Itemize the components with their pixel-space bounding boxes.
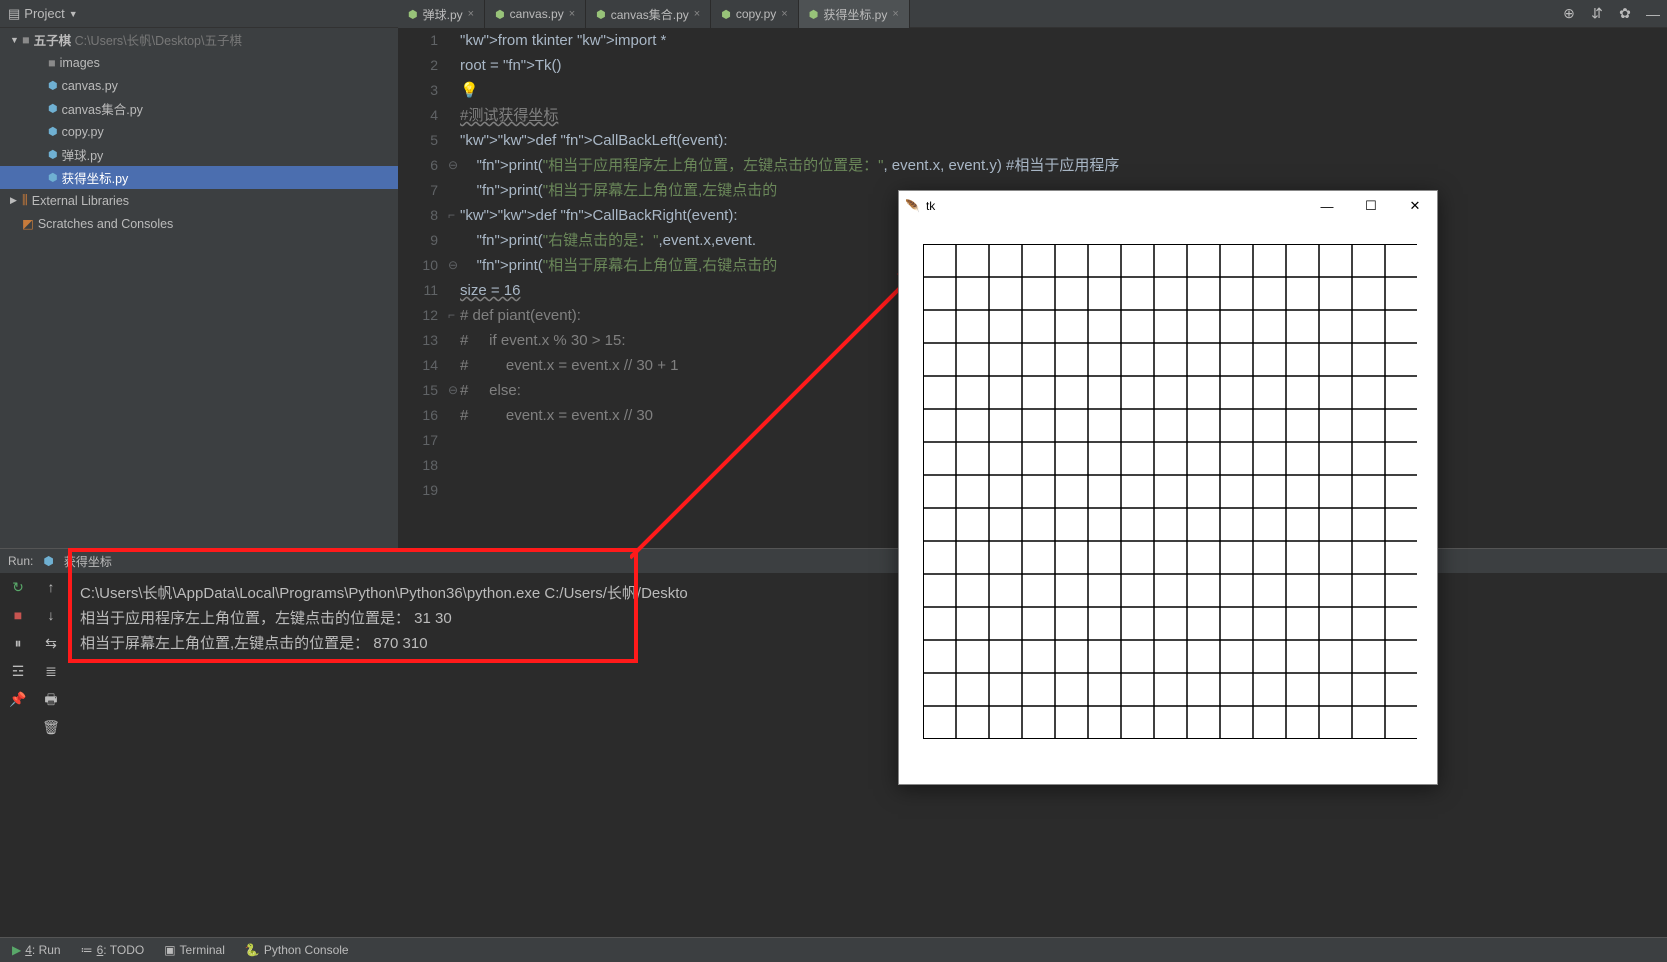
tk-feather-icon: 🪶 [905, 199, 920, 213]
pause-button[interactable]: ⏸ [0, 629, 36, 657]
collapse-icon[interactable]: ⇵ [1583, 5, 1611, 22]
tree-item-label: canvas.py [62, 79, 118, 93]
tree-item[interactable]: ⬢ canvas集合.py [0, 97, 398, 120]
tab-huode-zuobiao[interactable]: ⬢获得坐标.py× [799, 0, 910, 28]
tree-root-label: 五子棋 [34, 30, 72, 49]
project-label-text: Project [24, 6, 64, 21]
folder-icon: ■ [48, 56, 56, 70]
python-icon: ⬢ [48, 171, 58, 184]
close-icon[interactable]: × [892, 8, 898, 20]
down-button[interactable]: ↓ [36, 601, 66, 629]
trash-button[interactable]: 🗑 [36, 713, 66, 741]
fold-end-icon[interactable]: ⌐ [448, 203, 458, 228]
tk-window[interactable]: 🪶 tk — ☐ ✕ [898, 190, 1438, 785]
python-icon: ⬢ [809, 8, 819, 21]
library-icon: ⫼ [22, 193, 28, 208]
tree-item[interactable]: ⬢ 弹球.py [0, 143, 398, 166]
tk-titlebar[interactable]: 🪶 tk — ☐ ✕ [899, 191, 1437, 221]
tree-item[interactable]: ⬢ canvas.py [0, 74, 398, 97]
python-icon: ⬢ [48, 148, 58, 161]
print-button[interactable]: 🖶 [36, 685, 66, 713]
tree-item-label: 弹球.py [62, 145, 104, 164]
collapse-arrow-icon[interactable]: ▶ [10, 195, 22, 206]
up-button[interactable]: ↑ [36, 573, 66, 601]
python-icon: ⬢ [721, 8, 731, 21]
close-icon[interactable]: × [694, 8, 700, 20]
python-icon: ⬢ [48, 102, 58, 115]
python-icon: ⬢ [596, 8, 606, 21]
terminal-icon: ▣ [164, 943, 175, 957]
scroll-button[interactable]: ≣ [36, 657, 66, 685]
close-icon[interactable]: × [569, 8, 575, 20]
tree-item-label: canvas集合.py [62, 99, 143, 118]
run-label: Run: [8, 554, 33, 568]
todo-mnemonic: 6 [97, 943, 104, 957]
annotation-box [68, 548, 638, 663]
run-arrow-icon: ▶ [12, 943, 21, 957]
python-icon: ⬢ [495, 8, 505, 21]
annotation-arrow [630, 258, 940, 568]
folder-icon: ▤ [8, 6, 20, 22]
pin-button[interactable]: 📌 [0, 685, 36, 713]
tree-item-label: images [60, 56, 100, 70]
close-icon[interactable]: × [781, 8, 787, 20]
python-icon: ⬢ [43, 554, 53, 568]
tree-root[interactable]: ▼ ■ 五子棋 C:\Users\长帆\Desktop\五子棋 [0, 28, 398, 51]
tab-canvas[interactable]: ⬢canvas.py× [485, 0, 586, 28]
tab-canvas-jihe[interactable]: ⬢canvas集合.py× [586, 0, 711, 28]
bottom-toolbar: ▶4: Run ≔6: TODO ▣Terminal 🐍Python Conso… [0, 937, 1667, 962]
tree-root-path: C:\Users\长帆\Desktop\五子棋 [75, 30, 242, 49]
project-dropdown[interactable]: ▤ Project ▼ [0, 6, 86, 22]
fold-icon[interactable]: ⊖ [448, 153, 458, 178]
bottom-python-console[interactable]: 🐍Python Console [245, 943, 349, 957]
wrap-button[interactable]: ⇆ [36, 629, 66, 657]
tree-item[interactable]: ⬢ copy.py [0, 120, 398, 143]
tk-title-text: tk [926, 199, 935, 213]
project-tree: ▼ ■ 五子棋 C:\Users\长帆\Desktop\五子棋 ■images⬢… [0, 28, 398, 548]
bottom-terminal[interactable]: ▣Terminal [164, 943, 225, 957]
tree-item-label: copy.py [62, 125, 104, 139]
line-numbers: 12345678910111213141516171819 [398, 28, 448, 503]
tree-item-label: 获得坐标.py [62, 168, 129, 187]
scratches[interactable]: ◩ Scratches and Consoles [0, 212, 398, 235]
minimize-button[interactable]: — [1305, 199, 1349, 214]
fold-icon[interactable]: ⊖ [448, 253, 458, 278]
locate-icon[interactable]: ⊕ [1555, 5, 1583, 22]
close-button[interactable]: ✕ [1393, 198, 1437, 214]
run-mnemonic: 4 [25, 943, 32, 957]
fold-icon[interactable]: ⊖ [448, 378, 458, 403]
python-icon: ⬢ [408, 8, 418, 21]
dropdown-arrow-icon: ▼ [69, 9, 78, 19]
fold-end-icon[interactable]: ⌐ [448, 303, 458, 328]
external-libraries[interactable]: ▶ ⫼ External Libraries [0, 189, 398, 212]
tree-item[interactable]: ⬢ 获得坐标.py [0, 166, 398, 189]
fold-column: ⊖ ⌐ ⊖ ⌐ ⊖ [448, 28, 458, 403]
folder-icon: ■ [22, 33, 30, 47]
bottom-todo[interactable]: ≔6: TODO [81, 943, 145, 957]
stop-button[interactable]: ■ [0, 601, 36, 629]
dump-button[interactable]: ☲ [0, 657, 36, 685]
gear-icon[interactable]: ✿ [1611, 5, 1639, 22]
expand-arrow-icon[interactable]: ▼ [10, 35, 22, 45]
todo-icon: ≔ [81, 943, 93, 957]
scratch-icon: ◩ [22, 216, 34, 231]
python-icon: ⬢ [48, 125, 58, 138]
close-icon[interactable]: × [468, 8, 474, 20]
scratches-label: Scratches and Consoles [38, 217, 174, 231]
tab-danqiu[interactable]: ⬢弹球.py× [398, 0, 485, 28]
rerun-button[interactable]: ↻ [0, 573, 36, 601]
external-libraries-label: External Libraries [32, 194, 129, 208]
tab-copy[interactable]: ⬢copy.py× [711, 0, 799, 28]
editor-tabs: ⬢弹球.py× ⬢canvas.py× ⬢canvas集合.py× ⬢copy.… [398, 0, 910, 28]
bottom-run[interactable]: ▶4: Run [12, 943, 61, 957]
hide-icon[interactable]: — [1639, 6, 1667, 22]
python-icon: 🐍 [245, 943, 260, 957]
python-icon: ⬢ [48, 79, 58, 92]
tree-item[interactable]: ■ images [0, 51, 398, 74]
tk-canvas-grid[interactable] [923, 244, 1417, 739]
maximize-button[interactable]: ☐ [1349, 198, 1393, 214]
